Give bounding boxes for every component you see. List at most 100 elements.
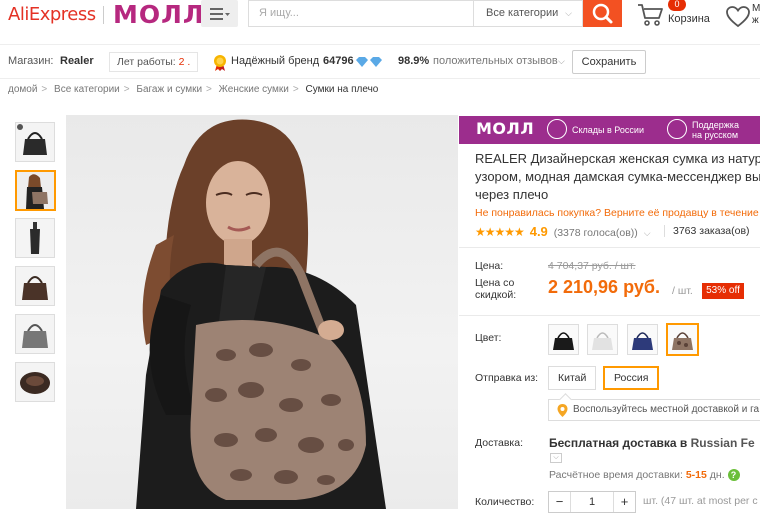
location-pin-icon [557, 404, 568, 417]
ship-from-label: Отправка из: [475, 372, 539, 384]
breadcrumb-separator: > [206, 84, 212, 95]
rating-line: ★★★★★ 4.9 (3378 голоса(ов)) ⌵ 3763 заказ… [475, 224, 750, 239]
mall-banner-label: МОЛЛ [476, 119, 535, 138]
warehouse-icon [547, 119, 567, 139]
breadcrumb-link[interactable]: Все категории [54, 84, 120, 95]
bag-thumbnail-image [16, 123, 54, 161]
wishlist-button[interactable]: Мж [725, 3, 760, 33]
ship-from-china-option[interactable]: Китай [548, 366, 597, 390]
search-button[interactable] [583, 0, 622, 27]
mall-feature-warehouse: Склады в России [572, 125, 644, 135]
divider [459, 315, 760, 316]
delivery-value: Бесплатная доставка в Russian Fe [549, 436, 755, 450]
quantity-label: Количество: [475, 496, 535, 508]
cart-button[interactable]: 0 Корзина [636, 0, 716, 32]
color-swatch-white[interactable] [587, 324, 618, 355]
rating-value: 4.9 [529, 224, 548, 239]
rating-stars-icon: ★★★★★ [475, 225, 525, 239]
color-label: Цвет: [475, 332, 502, 344]
seller-level-diamond-icon [356, 57, 382, 67]
product-thumbnail[interactable] [15, 266, 55, 306]
store-label: Магазин: [8, 55, 54, 67]
breadcrumb-separator: > [292, 84, 299, 95]
cart-icon [638, 4, 663, 26]
rating-votes-link[interactable]: (3378 голоса(ов)) [554, 227, 638, 239]
quantity-stepper: − 1 + [548, 491, 636, 513]
breadcrumb-link[interactable]: домой [8, 84, 37, 95]
positive-feedback-label[interactable]: положительных отзывов [433, 45, 558, 78]
product-thumbnail[interactable] [15, 218, 55, 258]
price-unit: / шт. [672, 285, 693, 297]
store-years-badge: Лет работы: 2 . [109, 52, 199, 72]
black-bag-swatch-image [553, 332, 574, 350]
quantity-input[interactable]: 1 [571, 492, 613, 512]
old-price: 4 704,37 руб. / шт. [548, 260, 636, 272]
local-delivery-tooltip: Воспользуйтесь местной доставкой и га [548, 399, 760, 421]
discount-price-label: Цена со скидкой: [475, 277, 517, 301]
trusted-brand-label: Надёжный бренд [231, 55, 320, 67]
snake-bag-swatch-image [672, 332, 693, 350]
chevron-down-icon[interactable]: ⌵ [644, 228, 651, 238]
product-thumbnail[interactable] [15, 314, 55, 354]
bag-side-thumbnail-image [16, 219, 54, 257]
divider [459, 247, 760, 248]
store-name-link[interactable]: Realer [60, 45, 94, 78]
breadcrumb: домой > Все категории > Багаж и сумки > Жен… [8, 84, 378, 95]
product-title: REALER Дизайнерская женская сумка из нат… [475, 151, 760, 202]
quantity-minus-button[interactable]: − [549, 492, 571, 512]
trusted-brand-medal-icon [214, 55, 226, 71]
breadcrumb-link[interactable]: Багаж и сумки [136, 84, 202, 95]
top-header: AliExpress МОЛЛ Я ищу... Все категории ⌵… [0, 0, 760, 44]
mall-logo[interactable]: МОЛЛ [113, 0, 205, 29]
white-bag-swatch-image [592, 332, 613, 350]
mall-banner: МОЛЛ Склады в России Поддержка на русском [459, 116, 760, 144]
cart-label: Корзина [668, 13, 710, 25]
search-icon [592, 3, 613, 24]
price-label: Цена: [475, 260, 504, 272]
estimated-delivery-line: Расчётное время доставки: 5-15 дн. ? [549, 469, 740, 482]
model-thumbnail-image [17, 172, 54, 209]
ship-from-russia-option[interactable]: Россия [603, 366, 660, 390]
color-swatch-black[interactable] [548, 324, 579, 355]
delivery-label: Доставка: [475, 437, 524, 449]
quantity-plus-button[interactable]: + [613, 492, 635, 512]
breadcrumb-separator: > [41, 84, 48, 95]
color-swatch-snake-selected[interactable] [666, 323, 699, 356]
main-product-image[interactable] [66, 115, 458, 509]
bag-interior-thumbnail-image [16, 363, 54, 401]
orders-count: 3763 заказа(ов) [664, 225, 750, 237]
category-select[interactable]: Все категории ⌵ [473, 0, 583, 27]
breadcrumb-link[interactable]: Женские сумки [219, 84, 289, 95]
help-icon[interactable]: ? [727, 469, 740, 482]
stock-info: шт. (47 шт. at most per c [643, 495, 758, 507]
categories-menu-button[interactable] [201, 0, 238, 27]
bag-grey-thumbnail-image [16, 315, 54, 353]
product-thumbnail-selected[interactable] [15, 170, 56, 211]
discount-price: 2 210,96 руб. [548, 277, 660, 297]
blue-bag-swatch-image [632, 332, 653, 350]
save-store-button[interactable]: Сохранить [572, 50, 646, 74]
return-policy-note[interactable]: Не понравилась покупка? Верните её прода… [475, 207, 759, 219]
product-thumbnail[interactable] [15, 122, 55, 162]
hamburger-menu-icon [209, 8, 230, 20]
search-input[interactable]: Я ищу... [248, 0, 473, 27]
support-icon [667, 119, 687, 139]
discount-badge: 53% off [702, 283, 744, 299]
color-swatch-blue[interactable] [627, 324, 658, 355]
wishlist-label: Мж [752, 3, 760, 26]
aliexpress-logo[interactable]: AliExpress [8, 4, 96, 25]
breadcrumb-current[interactable]: Сумки на плечо [306, 84, 379, 95]
category-select-label: Все категории [486, 7, 559, 19]
breadcrumb-separator: > [123, 84, 130, 95]
product-thumbnail[interactable] [15, 362, 55, 402]
bag-brown-thumbnail-image [16, 267, 54, 305]
chevron-down-icon: ⌵ [565, 8, 572, 18]
feedback-score[interactable]: 64796 [323, 45, 354, 78]
mall-feature-support: Поддержка на русском [692, 120, 739, 140]
store-info-bar: Магазин: Realer Лет работы: 2 . Надёжный… [0, 44, 760, 79]
heart-icon [726, 6, 750, 28]
chevron-down-icon[interactable]: ⌵ [558, 45, 565, 78]
logo-separator [103, 6, 104, 24]
delivery-options-dropdown[interactable]: ⌵ [550, 453, 562, 463]
positive-feedback-percent: 98.9% [398, 55, 430, 67]
